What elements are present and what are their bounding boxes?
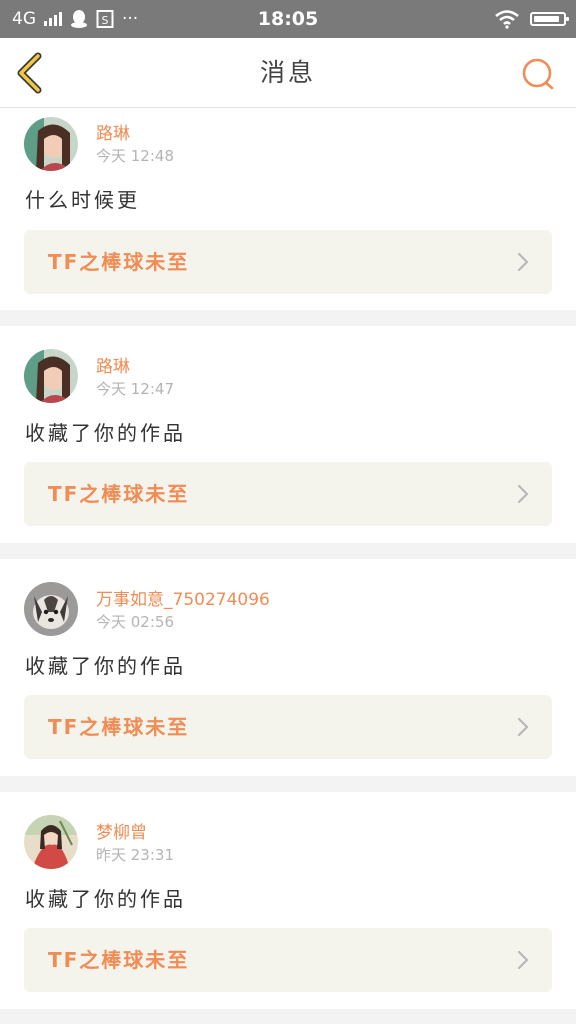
chevron-right-icon bbox=[517, 717, 529, 737]
work-title: TF之棒球未至 bbox=[48, 715, 190, 739]
avatar[interactable] bbox=[24, 815, 78, 869]
avatar[interactable] bbox=[24, 582, 78, 636]
chevron-right-icon bbox=[517, 950, 529, 970]
username[interactable]: 路琳 bbox=[96, 357, 130, 377]
sim-icon: S bbox=[96, 10, 114, 28]
work-title: TF之棒球未至 bbox=[48, 948, 190, 972]
work-link[interactable]: TF之棒球未至 bbox=[24, 695, 552, 759]
chevron-right-icon bbox=[517, 252, 529, 272]
work-link[interactable]: TF之棒球未至 bbox=[24, 230, 552, 294]
message-card[interactable]: 梦柳曾 昨天 23:31 收藏了你的作品 TF之棒球未至 bbox=[0, 792, 576, 1009]
nav-bar: 消息 bbox=[0, 38, 576, 108]
battery-level bbox=[534, 16, 559, 22]
status-right bbox=[494, 9, 569, 29]
message-text: 收藏了你的作品 bbox=[25, 421, 186, 445]
status-bar: 4G S ··· 18:05 bbox=[0, 0, 576, 38]
username[interactable]: 路琳 bbox=[96, 124, 130, 144]
svg-text:S: S bbox=[102, 14, 109, 27]
back-icon[interactable] bbox=[12, 51, 48, 95]
signal-icon bbox=[44, 12, 62, 26]
chevron-right-icon bbox=[517, 484, 529, 504]
work-link[interactable]: TF之棒球未至 bbox=[24, 462, 552, 526]
username[interactable]: 梦柳曾 bbox=[96, 823, 147, 843]
message-text: 收藏了你的作品 bbox=[25, 654, 186, 678]
page-title: 消息 bbox=[259, 58, 316, 87]
message-text: 什么时候更 bbox=[25, 188, 140, 212]
work-title: TF之棒球未至 bbox=[48, 482, 190, 506]
search-icon[interactable] bbox=[520, 56, 556, 92]
timestamp: 今天 12:48 bbox=[96, 147, 174, 165]
timestamp: 昨天 23:31 bbox=[96, 846, 174, 864]
avatar[interactable] bbox=[24, 117, 78, 171]
message-card[interactable]: 路琳 今天 12:47 收藏了你的作品 TF之棒球未至 bbox=[0, 326, 576, 543]
timestamp: 今天 02:56 bbox=[96, 613, 174, 631]
work-title: TF之棒球未至 bbox=[48, 250, 190, 274]
status-left: 4G S ··· bbox=[12, 9, 138, 29]
network-type: 4G bbox=[12, 9, 36, 29]
message-card[interactable]: 万事如意_750274096 今天 02:56 收藏了你的作品 TF之棒球未至 bbox=[0, 559, 576, 776]
work-link[interactable]: TF之棒球未至 bbox=[24, 928, 552, 992]
message-text: 收藏了你的作品 bbox=[25, 887, 186, 911]
avatar[interactable] bbox=[24, 349, 78, 403]
wifi-icon bbox=[495, 10, 519, 29]
timestamp: 今天 12:47 bbox=[96, 380, 174, 398]
message-card[interactable]: 路琳 今天 12:48 什么时候更 TF之棒球未至 bbox=[0, 108, 576, 310]
qq-icon bbox=[71, 10, 87, 28]
more-icon: ··· bbox=[122, 9, 139, 29]
username[interactable]: 万事如意_750274096 bbox=[96, 590, 270, 610]
battery-icon bbox=[530, 12, 569, 26]
